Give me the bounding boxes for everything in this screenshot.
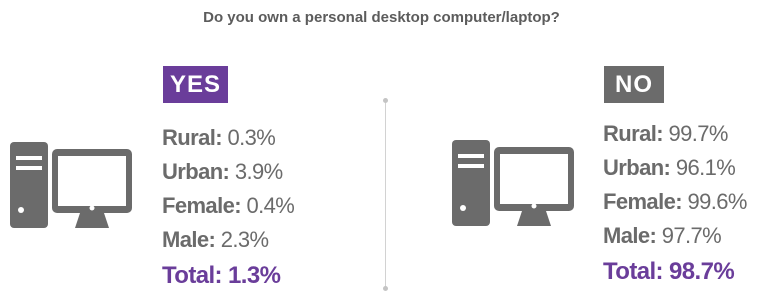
stat-row-male: Male: 97.7% (603, 219, 747, 253)
total-value: 1.3% (228, 262, 281, 289)
badge-notch (604, 58, 612, 66)
total-label: Total: (162, 262, 223, 289)
stat-label: Rural: (162, 125, 223, 150)
stat-row-rural: Rural: 99.7% (603, 117, 747, 151)
stat-value: 0.3% (227, 125, 276, 150)
stat-label: Female: (162, 193, 242, 218)
stat-label: Female: (603, 189, 683, 214)
stat-label: Rural: (603, 121, 664, 146)
stat-row-urban: Urban: 3.9% (162, 155, 294, 189)
stat-label: Urban: (603, 155, 671, 180)
stat-row-male: Male: 2.3% (162, 223, 294, 257)
total-label: Total: (603, 258, 664, 285)
yes-badge: YES (163, 58, 228, 103)
center-divider (385, 99, 386, 289)
stat-value: 96.1% (675, 155, 736, 180)
no-badge-label: NO (615, 70, 653, 98)
desktop-computer-icon (452, 140, 574, 226)
desktop-computer-icon (10, 142, 132, 228)
no-stats: Rural: 99.7% Urban: 96.1% Female: 99.6% … (603, 117, 747, 289)
stat-value: 99.7% (668, 121, 728, 146)
stat-row-rural: Rural: 0.3% (162, 121, 294, 155)
stat-row-total: Total: 1.3% (162, 259, 294, 293)
stat-row-urban: Urban: 96.1% (603, 151, 747, 185)
yes-stats: Rural: 0.3% Urban: 3.9% Female: 0.4% Mal… (162, 121, 295, 293)
stat-value: 0.4% (246, 193, 295, 218)
stat-label: Male: (603, 223, 657, 248)
stat-label: Male: (162, 227, 216, 252)
divider-dot-top (383, 98, 388, 103)
stat-row-female: Female: 0.4% (162, 189, 295, 223)
stat-value: 2.3% (220, 227, 269, 252)
no-badge: NO (604, 58, 664, 103)
stat-label: Urban: (162, 159, 230, 184)
stat-value: 99.6% (687, 189, 747, 214)
stat-row-total: Total: 98.7% (603, 255, 747, 289)
yes-badge-label: YES (169, 70, 222, 98)
stat-value: 97.7% (661, 223, 722, 248)
stat-value: 3.9% (234, 159, 283, 184)
badge-notch (163, 58, 171, 66)
divider-dot-bottom (383, 286, 388, 291)
stat-row-female: Female: 99.6% (603, 185, 747, 219)
chart-title: Do you own a personal desktop computer/l… (203, 9, 560, 26)
total-value: 98.7% (669, 258, 735, 285)
